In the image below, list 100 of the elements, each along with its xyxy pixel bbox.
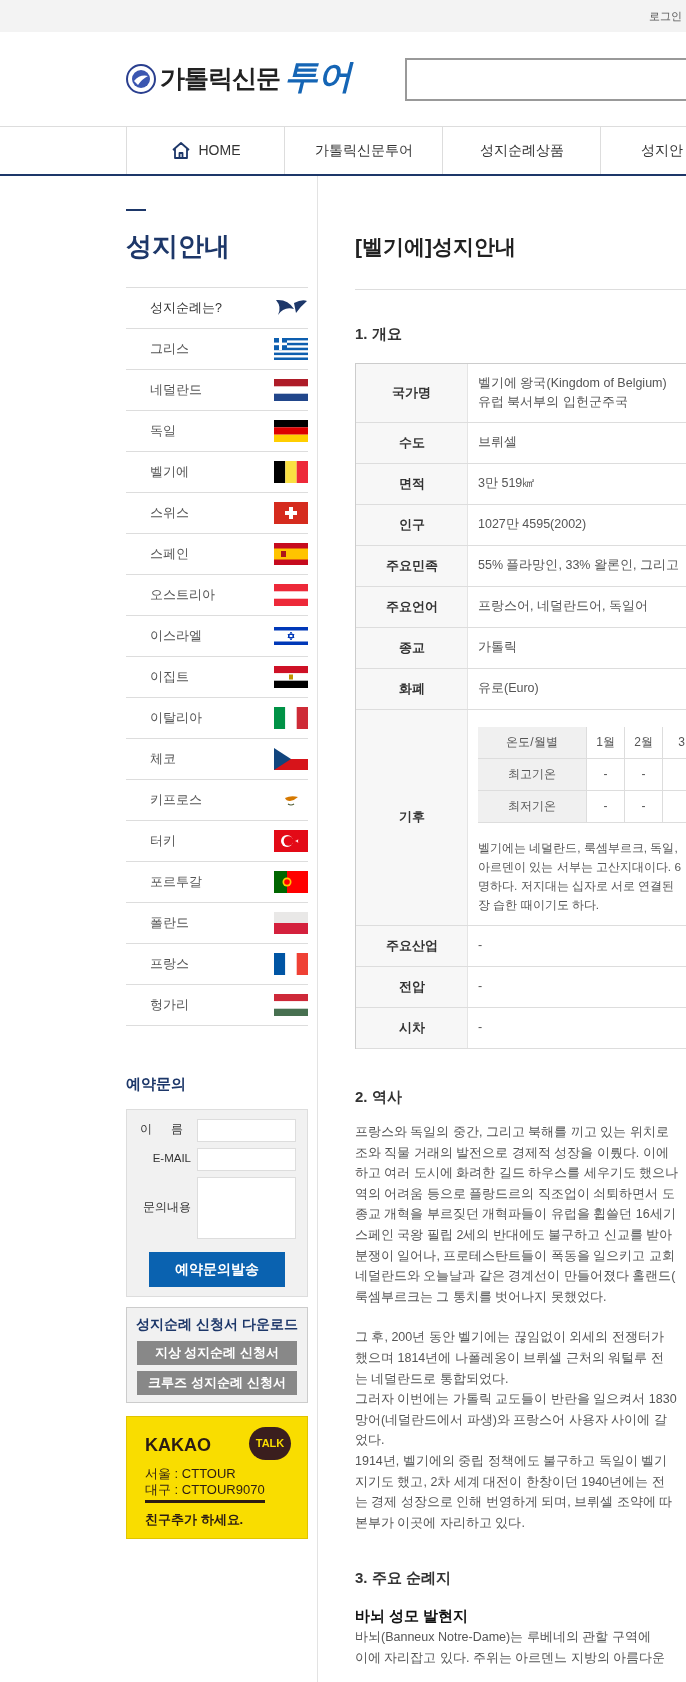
section-title: 예약문의: [126, 1074, 187, 1094]
row-value: 1027만 4595(2002): [478, 516, 588, 533]
login-link[interactable]: 로그인: [649, 7, 682, 25]
sidebar-item[interactable]: 체코: [126, 739, 308, 780]
field-label: E-MAIL: [151, 1151, 191, 1167]
field-label: 문의내용: [142, 1199, 191, 1215]
site-description: 바뇌(Banneux Notre-Dame)는 루베네의 관할 구역에 이에 자리잡고 있다. 주위는 아르덴느 지방의 아름다운: [355, 1629, 667, 1668]
input-field[interactable]: [197, 1118, 296, 1142]
flag-icon: [274, 871, 308, 893]
row-label: 화폐: [356, 668, 468, 709]
flag-icon: [274, 625, 308, 647]
row-value: 가톨릭: [478, 639, 518, 656]
flag-icon: [274, 502, 308, 524]
column-header: 1월: [586, 726, 624, 759]
flag-icon: [274, 994, 308, 1016]
table-cell: -: [586, 790, 624, 823]
sidebar-item[interactable]: 이탈리아: [126, 698, 308, 739]
talk-badge: TALK: [249, 1426, 291, 1460]
sidebar-item[interactable]: 성지순례는?: [126, 288, 308, 329]
kakao-title: KAKAO: [145, 1433, 211, 1457]
row-label: 주요민족: [356, 545, 468, 586]
flag-icon: [274, 830, 308, 852]
row-value: 3만 519㎢: [478, 475, 537, 492]
row-label: 시차: [356, 1007, 468, 1048]
sidebar-item[interactable]: 스페인: [126, 534, 308, 575]
download-title: 성지순례 신청서 다운로드: [136, 1315, 298, 1334]
emblem-icon: [126, 64, 156, 94]
section-heading: 1. 개요: [355, 324, 403, 344]
flag-icon: [274, 666, 308, 688]
table-cell: -: [586, 758, 624, 791]
site-title: 바뇌 성모 발현지: [355, 1605, 470, 1626]
flag-icon: [274, 461, 308, 483]
flag-icon: [274, 953, 308, 975]
row-label: 주요언어: [356, 586, 468, 627]
nav-link[interactable]: 성지순례상품: [442, 127, 600, 174]
history-paragraph: 그 후, 200년 동안 벨기에는 끊임없이 외세의 전쟁터가 했으며 1814년에 나폴레옹이 브뤼셀 근처의 워털루 전 는 네덜란드로 통합되었다. 그러자 이번에는 가톨릭 교도들이 반란을 일으켜서 1830 망어(네덜란드에서 파생)와 프랑스어 사용자 사이에 갈 었다. 1914년, 벨기에의 중립 정책에도 불구하고 독일이 벨기 지기도 했고, 2차 세계 대전이 한창이던 1940년에는 전 는 경제 성장으로 인해 번영하게 되며, 브뤼셀 조약에 따 본부가 이곳에 자리하고 있다.: [355, 1329, 678, 1532]
row-value: 프랑스어, 네덜란드어, 독일어: [478, 598, 649, 615]
climate-text: 벨기에는 네덜란드, 룩셈부르크, 독일, 아르덴이 있는 서부는 고산지대이다. 6 명하다. 저지대는 십자로 서로 연결된 장 습한 때이기도 하다.: [478, 839, 682, 914]
flag-icon: [274, 912, 308, 934]
sidebar-item[interactable]: 폴란드: [126, 903, 308, 944]
sidebar-item[interactable]: 터키: [126, 821, 308, 862]
sidebar-item[interactable]: 네덜란드: [126, 370, 308, 411]
submit-button[interactable]: 예약문의발송: [149, 1251, 285, 1287]
flag-icon: [274, 338, 308, 360]
sidebar-item[interactable]: 포르투갈: [126, 862, 308, 903]
column-header: 2월: [624, 726, 662, 759]
row-value: 유로(Euro): [478, 680, 540, 697]
row-label: 최고기온: [478, 758, 586, 791]
table-cell: -: [624, 790, 662, 823]
flag-icon: [274, 420, 308, 442]
sidebar-item[interactable]: 독일: [126, 411, 308, 452]
row-label: 종교: [356, 627, 468, 668]
logo-accent-text: 투어: [284, 55, 352, 97]
row-label: 인구: [356, 504, 468, 545]
column-header: 3: [662, 726, 686, 759]
row-label: 전압: [356, 966, 468, 1007]
download-button[interactable]: 지상 성지순례 신청서: [137, 1340, 297, 1365]
section-heading: 3. 주요 순례지: [355, 1568, 452, 1589]
row-label: 최저기온: [478, 790, 586, 823]
row-label: 온도/월별: [478, 726, 586, 759]
row-label: 기후: [356, 709, 468, 925]
row-value: 벨기에 왕국(Kingdom of Belgium) 유럽 북서부의 입헌군주국: [478, 374, 668, 411]
row-value: 브뤼셀: [478, 434, 518, 451]
sidebar-item[interactable]: 그리스: [126, 329, 308, 370]
kakao-note: 친구추가 하세요.: [145, 1510, 245, 1529]
flag-icon: [274, 543, 308, 565]
field-label: 이 름: [138, 1122, 191, 1138]
sidebar-item[interactable]: 헝가리: [126, 985, 308, 1026]
sidebar-item[interactable]: 스위스: [126, 493, 308, 534]
flag-icon: [274, 707, 308, 729]
section-heading: 2. 역사: [355, 1086, 403, 1107]
flag-icon: [274, 748, 308, 770]
logo-text: 가톨릭신문: [160, 63, 280, 95]
row-value: 55% 플라망인, 33% 왈론인, 그리고: [478, 557, 680, 574]
sidebar-item[interactable]: 벨기에: [126, 452, 308, 493]
sidebar-item[interactable]: 이집트: [126, 657, 308, 698]
row-value: -: [478, 978, 484, 995]
input-field[interactable]: [197, 1147, 296, 1171]
row-label: 수도: [356, 422, 468, 463]
flag-icon: [274, 379, 308, 401]
row-label: 면적: [356, 463, 468, 504]
nav-link[interactable]: 성지안: [600, 127, 686, 174]
sidebar-item[interactable]: 이스라엘: [126, 616, 308, 657]
row-value: -: [478, 937, 484, 954]
kakao-ids: 서울 : CTTOUR 대구 : CTTOUR9070: [145, 1465, 265, 1503]
row-value: -: [478, 1019, 484, 1036]
nav-link[interactable]: 가톨릭신문투어: [284, 127, 442, 174]
home-icon: [170, 141, 191, 160]
history-paragraph: 프랑스와 독일의 중간, 그리고 북해를 끼고 있는 위치로 조와 직물 거래의 발전으로 경제적 성장을 이뤘다. 이에 하고 여러 도시에 화려한 길드 하우스를 세우기도 했으나 역의 어려움 등으로 플랑드르의 직조업이 쇠퇴하면서 도 종교 개혁을 부르짖던 개혁파들이 유럽을 휩쓸던 16세기 스페인 국왕 필립 2세의 반대에도 불구하고 신교를 받아 분쟁이 일어나, 프로테스탄트들이 폭동을 일으키고 교회 네덜란드와 오늘날과 같은 경계선이 만들어졌다 홀랜드( 룩셈부르크는 그 통치를 벗어나지 못했었다.: [355, 1124, 680, 1306]
download-button[interactable]: 크루즈 성지순례 신청서: [137, 1370, 297, 1395]
sidebar-item[interactable]: 오스트리아: [126, 575, 308, 616]
nav-link[interactable]: HOME: [126, 127, 284, 174]
row-label: 주요산업: [356, 925, 468, 966]
page-title: [벨기에]성지안내: [355, 231, 686, 290]
table-cell: -: [624, 758, 662, 791]
sidebar-item[interactable]: 키프로스: [126, 780, 308, 821]
search-field[interactable]: [405, 57, 686, 101]
message-field[interactable]: [197, 1176, 296, 1239]
sidebar-item[interactable]: 프랑스: [126, 944, 308, 985]
sidebar-title: 성지안내: [126, 230, 231, 263]
